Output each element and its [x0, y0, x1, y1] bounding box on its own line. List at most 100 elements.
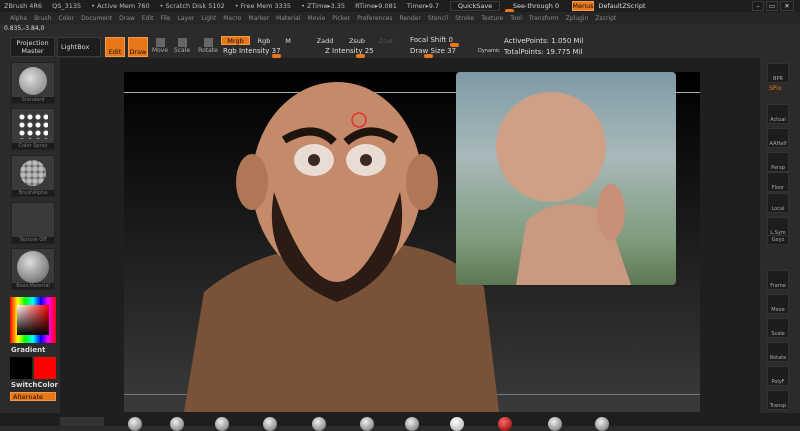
switch-color-button[interactable]: SwitchColor — [11, 381, 58, 389]
reference-image — [456, 72, 676, 285]
menu-light[interactable]: Light — [201, 15, 216, 22]
material-sphere-icon[interactable] — [450, 417, 464, 431]
restore-icon[interactable]: ▭ — [766, 1, 778, 11]
bottom-shelf — [0, 413, 800, 426]
lightbox-button[interactable]: LightBox — [57, 37, 101, 57]
brush-label: Standard — [12, 97, 54, 103]
actual-button[interactable]: Actual — [767, 104, 789, 124]
menu-stroke[interactable]: Stroke — [455, 15, 474, 22]
draw-button[interactable]: Draw — [128, 37, 148, 57]
polyf-button[interactable]: PolyF — [767, 366, 789, 386]
menus-button[interactable]: Menus — [572, 1, 594, 11]
secondary-color-swatch[interactable] — [34, 357, 56, 379]
z-intensity-slider[interactable]: Z Intensity 25 — [325, 47, 374, 55]
scale-button[interactable]: Scale — [767, 318, 789, 338]
stroke-thumbnail[interactable]: Color Spray — [11, 108, 55, 150]
gxyz-button[interactable]: Gxyz — [767, 235, 789, 245]
dynamic-button[interactable]: Dynamic — [478, 48, 500, 54]
document-name: QS_3135 — [52, 2, 82, 10]
zsub-button[interactable]: Zsub — [342, 36, 372, 45]
material-sphere-icon[interactable] — [595, 417, 609, 431]
menu-draw[interactable]: Draw — [119, 15, 135, 22]
material-sphere-icon[interactable] — [263, 417, 277, 431]
draw-size-slider[interactable]: Draw Size 37 — [410, 47, 456, 55]
focal-shift-slider[interactable]: Focal Shift 0 — [410, 36, 453, 44]
menu-texture[interactable]: Texture — [481, 15, 503, 22]
edit-button[interactable]: Edit — [105, 37, 125, 57]
zcut-button[interactable]: Zcut — [374, 36, 398, 45]
brush-thumbnail[interactable]: Standard — [11, 62, 55, 104]
menu-picker[interactable]: Picker — [332, 15, 350, 22]
rtime: RTime▸9.081 — [355, 2, 397, 10]
quicksave-button[interactable]: QuickSave — [450, 1, 500, 11]
material-sphere-icon[interactable] — [215, 417, 229, 431]
mrgb-button[interactable]: Mrgb — [221, 36, 250, 45]
alpha-icon — [20, 160, 46, 186]
persp-button[interactable]: Persp — [767, 152, 789, 172]
see-through-slider[interactable]: See-through 0 — [505, 1, 567, 11]
texture-thumbnail[interactable]: Texture Off — [11, 202, 55, 244]
menu-layer[interactable]: Layer — [178, 15, 195, 22]
move-button[interactable]: Move — [151, 38, 169, 54]
brush-icon — [19, 67, 47, 95]
minimize-icon[interactable]: – — [752, 1, 764, 11]
projection-master-button[interactable]: Projection Master — [10, 37, 55, 57]
title-bar: ZBrush 4R6 QS_3135 • Active Mem 760 • Sc… — [0, 0, 800, 12]
material-sphere-icon[interactable] — [405, 417, 419, 431]
menu-preferences[interactable]: Preferences — [357, 15, 392, 22]
aahalf-button[interactable]: AAHalf — [767, 128, 789, 148]
menu-zplugin[interactable]: Zplugin — [566, 15, 589, 22]
floor-button[interactable]: Floor — [767, 172, 789, 192]
material-thumbnail[interactable]: BasicMaterial — [11, 248, 55, 290]
menu-macro[interactable]: Macro — [223, 15, 241, 22]
rotate-button[interactable]: Rotate — [198, 38, 218, 54]
alpha-label: BrushAlpha — [12, 190, 54, 196]
zadd-button[interactable]: Zadd — [310, 36, 340, 45]
alternate-button[interactable]: Alternate — [10, 392, 56, 401]
bottom-tab[interactable] — [60, 417, 104, 426]
material-sphere-icon[interactable] — [312, 417, 326, 431]
menu-marker[interactable]: Marker — [248, 15, 269, 22]
rotate-icon — [203, 38, 213, 47]
main-color-swatch[interactable] — [10, 357, 32, 379]
menu-alpha[interactable]: Alpha — [10, 15, 27, 22]
menu-render[interactable]: Render — [399, 15, 420, 22]
rgb-button[interactable]: Rgb — [252, 36, 276, 45]
menu-material[interactable]: Material — [276, 15, 300, 22]
menu-color[interactable]: Color — [58, 15, 74, 22]
timer: Timer▸9.7 — [406, 2, 440, 10]
menu-brush[interactable]: Brush — [34, 15, 51, 22]
menu-document[interactable]: Document — [81, 15, 112, 22]
rotate-button[interactable]: Rotate — [767, 342, 789, 362]
spix-slider[interactable]: SPix — [769, 85, 782, 92]
color-square[interactable] — [17, 305, 49, 335]
bpr-button[interactable]: BPR — [767, 63, 789, 83]
menu-edit[interactable]: Edit — [142, 15, 154, 22]
default-zscript[interactable]: DefaultZScript — [596, 1, 648, 11]
color-picker[interactable] — [10, 297, 56, 343]
material-sphere-icon[interactable] — [360, 417, 374, 431]
gradient-label[interactable]: Gradient — [11, 346, 45, 354]
scale-button[interactable]: Scale — [173, 38, 191, 54]
material-sphere-icon[interactable] — [548, 417, 562, 431]
menu-stencil[interactable]: Stencil — [428, 15, 448, 22]
material-sphere-icon[interactable] — [498, 417, 512, 431]
menu-tool[interactable]: Tool — [510, 15, 522, 22]
alpha-thumbnail[interactable]: BrushAlpha — [11, 155, 55, 197]
menu-zscript[interactable]: Zscript — [595, 15, 616, 22]
local-button[interactable]: Local — [767, 193, 789, 213]
lsym-button[interactable]: L.Sym — [767, 217, 789, 237]
total-points: TotalPoints: 19.775 Mil — [504, 48, 583, 56]
close-icon[interactable]: ✕ — [780, 1, 794, 11]
menu-movie[interactable]: Movie — [308, 15, 326, 22]
menu-transform[interactable]: Transform — [529, 15, 559, 22]
m-button[interactable]: M — [278, 36, 298, 45]
menu-file[interactable]: File — [160, 15, 170, 22]
move-button[interactable]: Move — [767, 294, 789, 314]
material-sphere-icon[interactable] — [170, 417, 184, 431]
material-sphere-icon[interactable] — [128, 417, 142, 431]
material-sphere-icon — [17, 251, 49, 283]
transp-button[interactable]: Transp — [767, 390, 789, 410]
stroke-label: Color Spray — [12, 143, 54, 149]
frame-button[interactable]: Frame — [767, 270, 789, 290]
